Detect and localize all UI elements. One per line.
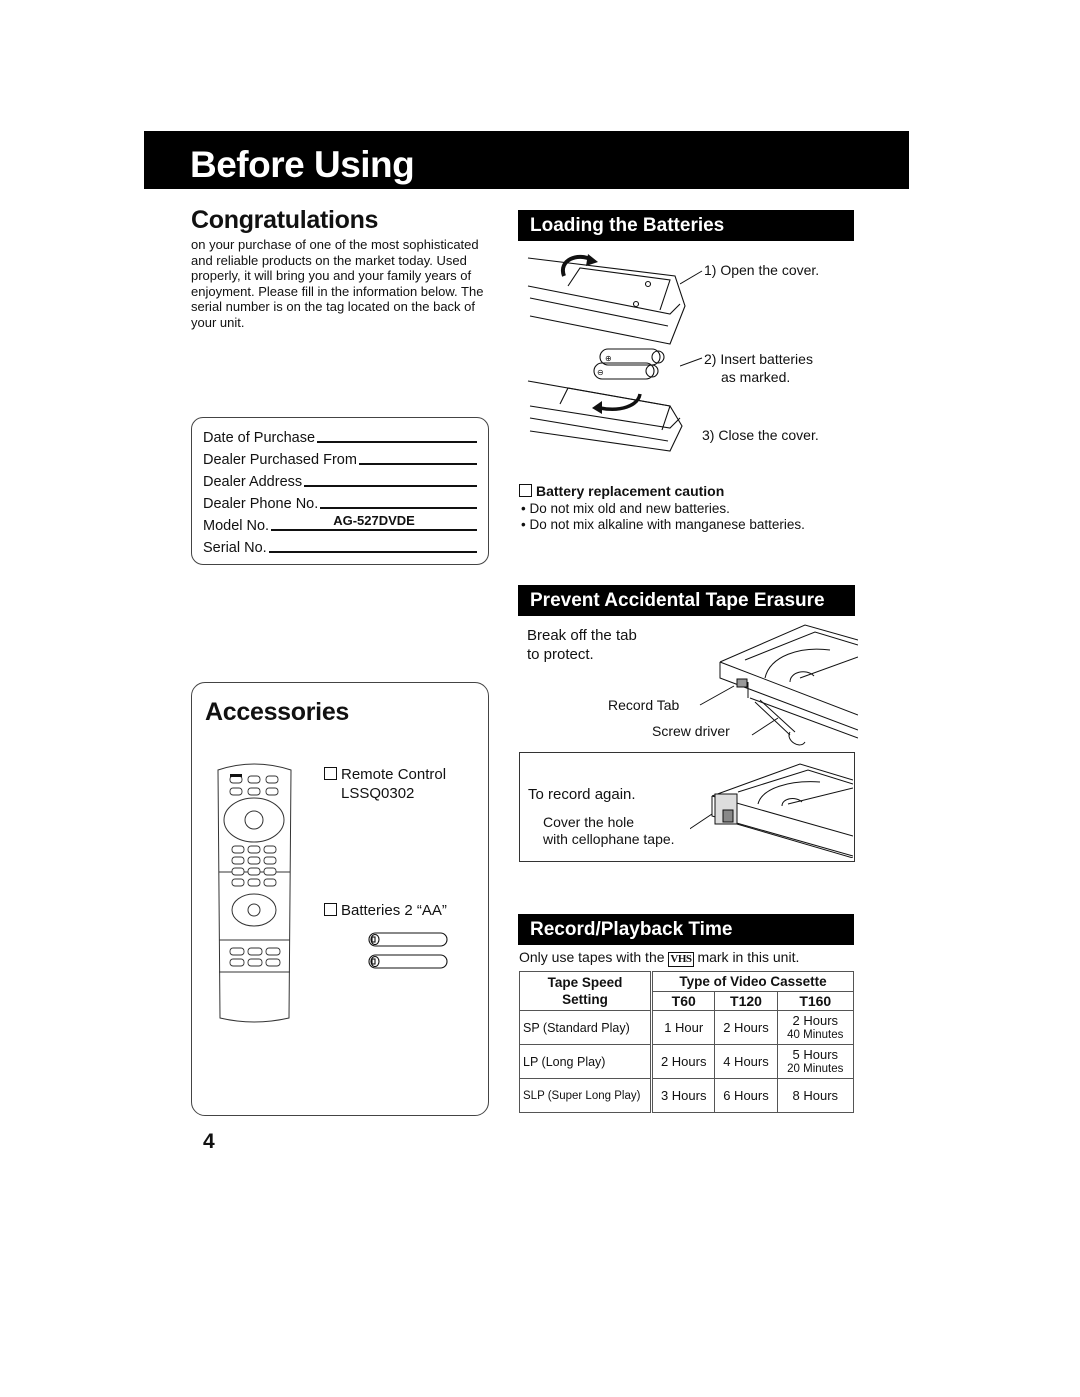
column-header-t60: T60 [650, 991, 716, 1011]
serial-no-field[interactable] [268, 537, 477, 553]
aa-batteries-illustration [368, 932, 448, 969]
speed-column-header: Tape Speed Setting [519, 971, 653, 1011]
checkbox-icon [324, 767, 337, 780]
battery-loading-illustration: ⊕ ⊖ [527, 254, 686, 452]
table-row: LP (Long Play) 2 Hours 4 Hours 5 Hours 20… [519, 1044, 855, 1079]
step-3-label: 3) Close the cover. [702, 427, 819, 443]
battery-caution-heading: Battery replacement caution [519, 483, 724, 499]
table-row: SLP (Super Long Play) 3 Hours 6 Hours 8 … [519, 1078, 855, 1113]
break-tab-instruction: Break off the tab to protect. [527, 627, 637, 663]
step-2-label-cont: as marked. [721, 369, 791, 385]
battery-caution-list: • Do not mix old and new batteries. • Do… [521, 501, 805, 533]
checkbox-icon [519, 484, 532, 497]
model-no-label: Model No. [203, 518, 270, 534]
model-no-row: Model No. AG-527DVDE [203, 513, 477, 534]
dealer-address-row: Dealer Address [203, 470, 477, 490]
dealer-phone-label: Dealer Phone No. [203, 496, 319, 512]
page-title: Before Using [190, 144, 415, 185]
column-header-t120: T120 [714, 991, 778, 1011]
accessory-item-remote: Remote Control LSSQ0302 [324, 765, 446, 803]
dealer-purchased-from-row: Dealer Purchased From [203, 448, 477, 468]
accessories-heading: Accessories [205, 698, 350, 726]
serial-no-row: Serial No. [203, 536, 477, 556]
serial-no-label: Serial No. [203, 540, 267, 556]
page-number: 4 [203, 1130, 215, 1153]
dealer-purchased-from-field[interactable] [358, 449, 477, 465]
svg-text:⊕: ⊕ [605, 354, 612, 363]
record-again-title: To record again. [528, 786, 636, 803]
loading-batteries-heading: Loading the Batteries [518, 210, 854, 241]
dealer-address-label: Dealer Address [203, 474, 303, 490]
table-row: SP (Standard Play) 1 Hour 2 Hours 2 Hour… [519, 1010, 855, 1045]
tape-erasure-heading: Prevent Accidental Tape Erasure [518, 585, 855, 616]
cassette-type-header: Type of Video Cassette [651, 971, 854, 992]
date-of-purchase-label: Date of Purchase [203, 430, 316, 446]
cover-hole-instruction: Cover the hole with cellophane tape. [543, 814, 675, 847]
svg-text:⊖: ⊖ [597, 368, 604, 377]
vhs-logo-icon: VHS [668, 952, 694, 967]
accessory-name: Batteries 2 “AA” [341, 902, 447, 919]
model-no-field[interactable]: AG-527DVDE [271, 513, 477, 531]
checkbox-icon [324, 903, 337, 916]
accessory-item-batteries: Batteries 2 “AA” [324, 902, 447, 919]
playback-time-table: Tape Speed Setting Type of Video Cassette… [519, 971, 855, 1113]
screwdriver-label: Screw driver [652, 723, 730, 739]
cassette-tape-illustration [690, 763, 853, 858]
accessory-name: Remote Control [341, 766, 447, 783]
purchase-info-form: Date of Purchase Dealer Purchased From D… [191, 417, 489, 565]
congratulations-body: on your purchase of one of the most soph… [191, 237, 484, 330]
caution-item: • Do not mix old and new batteries. [521, 501, 730, 516]
congratulations-heading: Congratulations [191, 206, 379, 234]
column-header-t160: T160 [776, 991, 855, 1011]
record-tab-label: Record Tab [608, 697, 680, 713]
vhs-note: Only use tapes with the VHS mark in this… [519, 949, 800, 967]
remote-control-illustration [217, 763, 292, 1023]
dealer-phone-field[interactable] [320, 493, 477, 509]
model-no-value: AG-527DVDE [333, 513, 415, 528]
dealer-address-field[interactable] [304, 471, 477, 487]
date-of-purchase-row: Date of Purchase [203, 426, 477, 446]
caution-item: • Do not mix alkaline with manganese bat… [521, 517, 805, 532]
step-2-label: 2) Insert batteries [704, 351, 813, 367]
accessory-part-number: LSSQ0302 [341, 785, 415, 802]
date-of-purchase-field[interactable] [317, 427, 477, 443]
step-1-label: 1) Open the cover. [704, 262, 820, 278]
dealer-purchased-from-label: Dealer Purchased From [203, 452, 357, 468]
record-playback-heading: Record/Playback Time [518, 914, 854, 945]
dealer-phone-row: Dealer Phone No. [203, 492, 477, 512]
